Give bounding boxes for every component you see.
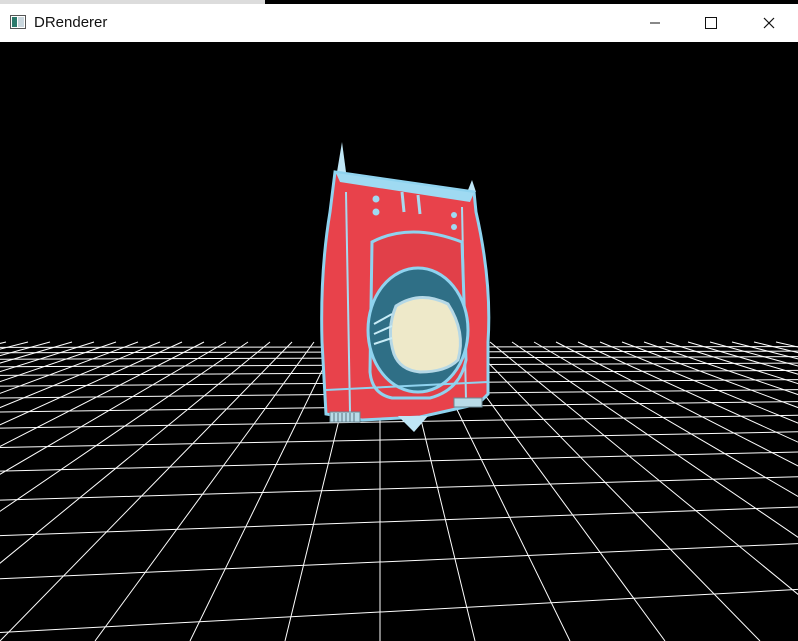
maximize-button[interactable] [682, 4, 740, 42]
grid-line [0, 341, 183, 426]
grid-line [0, 341, 227, 475]
grid-line [665, 341, 798, 385]
hull-light [372, 195, 380, 203]
hull-light [451, 224, 457, 230]
grid-line [0, 341, 271, 564]
cockpit-dome [389, 296, 462, 374]
hull-light [451, 212, 457, 218]
grid-line [0, 341, 161, 409]
right-thruster [453, 397, 483, 408]
close-button[interactable] [740, 4, 798, 42]
left-antenna [337, 142, 346, 172]
grid-line [0, 341, 293, 641]
close-icon [763, 17, 775, 29]
minimize-button[interactable] [626, 4, 684, 42]
render-viewport[interactable] [0, 42, 798, 641]
minimize-icon [650, 22, 660, 24]
grid-line [467, 341, 761, 641]
grid-line [0, 341, 205, 448]
grid-line [189, 341, 337, 641]
grid-line [0, 341, 51, 357]
render-canvas[interactable] [0, 42, 798, 641]
grid-line [0, 341, 249, 512]
grid-line [0, 451, 798, 472]
grid-line [709, 341, 798, 367]
panel-line-center2 [416, 194, 422, 215]
grid-line [0, 341, 7, 344]
maximize-icon [705, 17, 717, 29]
grid-line [0, 341, 95, 373]
hull-light [372, 208, 380, 216]
panel-line-center [400, 191, 406, 213]
app-window-icon [10, 15, 26, 29]
grid-line [0, 506, 798, 537]
title-bar[interactable]: DRenderer [0, 4, 798, 42]
grid-line [0, 341, 29, 350]
grid-line [599, 341, 798, 424]
grid-line [0, 543, 798, 580]
window-title: DRenderer [34, 14, 108, 31]
grid-line [775, 341, 798, 348]
grid-line [0, 341, 73, 364]
grid-line [0, 431, 798, 448]
spaceship-model [320, 142, 491, 432]
grid-line [0, 588, 798, 634]
